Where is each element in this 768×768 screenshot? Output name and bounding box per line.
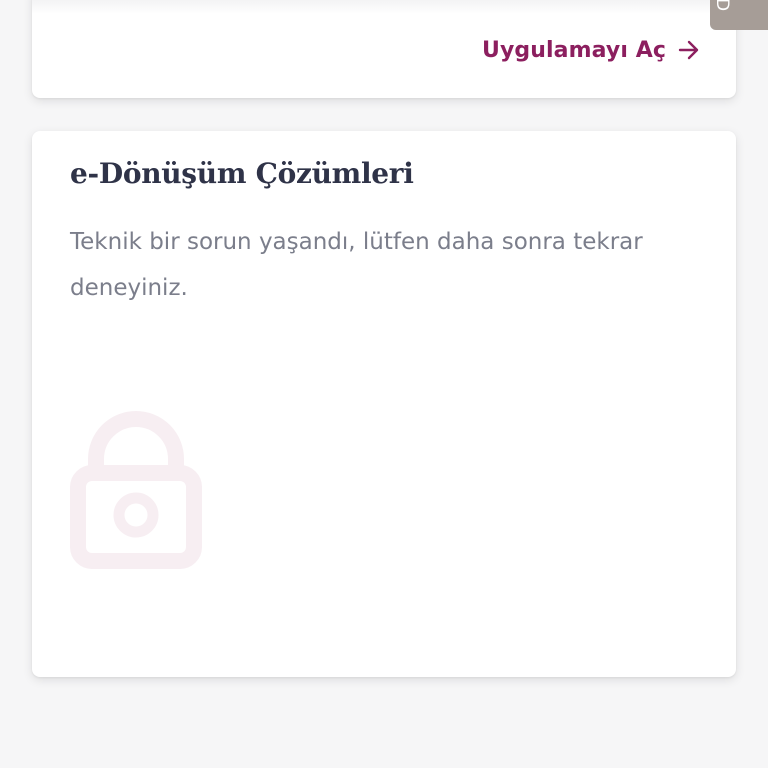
arrow-right-icon — [678, 39, 700, 61]
app-card: Uygulamayı Aç — [32, 0, 736, 98]
e-donusum-solutions-card: e-Dönüşüm Çözümleri Teknik bir sorun yaş… — [32, 131, 736, 677]
side-tab-label: D — [712, 0, 732, 12]
page: Uygulamayı Aç e-Dönüşüm Çözümleri Teknik… — [0, 0, 768, 768]
error-message: Teknik bir sorun yaşandı, lütfen daha so… — [70, 229, 643, 301]
side-tab[interactable]: D — [710, 0, 768, 30]
card-top-shadow-strip — [32, 0, 736, 14]
card-title: e-Dönüşüm Çözümleri — [70, 157, 414, 190]
lock-icon — [70, 409, 202, 569]
open-app-link[interactable]: Uygulamayı Aç — [482, 34, 700, 66]
open-app-label: Uygulamayı Aç — [481, 37, 666, 63]
